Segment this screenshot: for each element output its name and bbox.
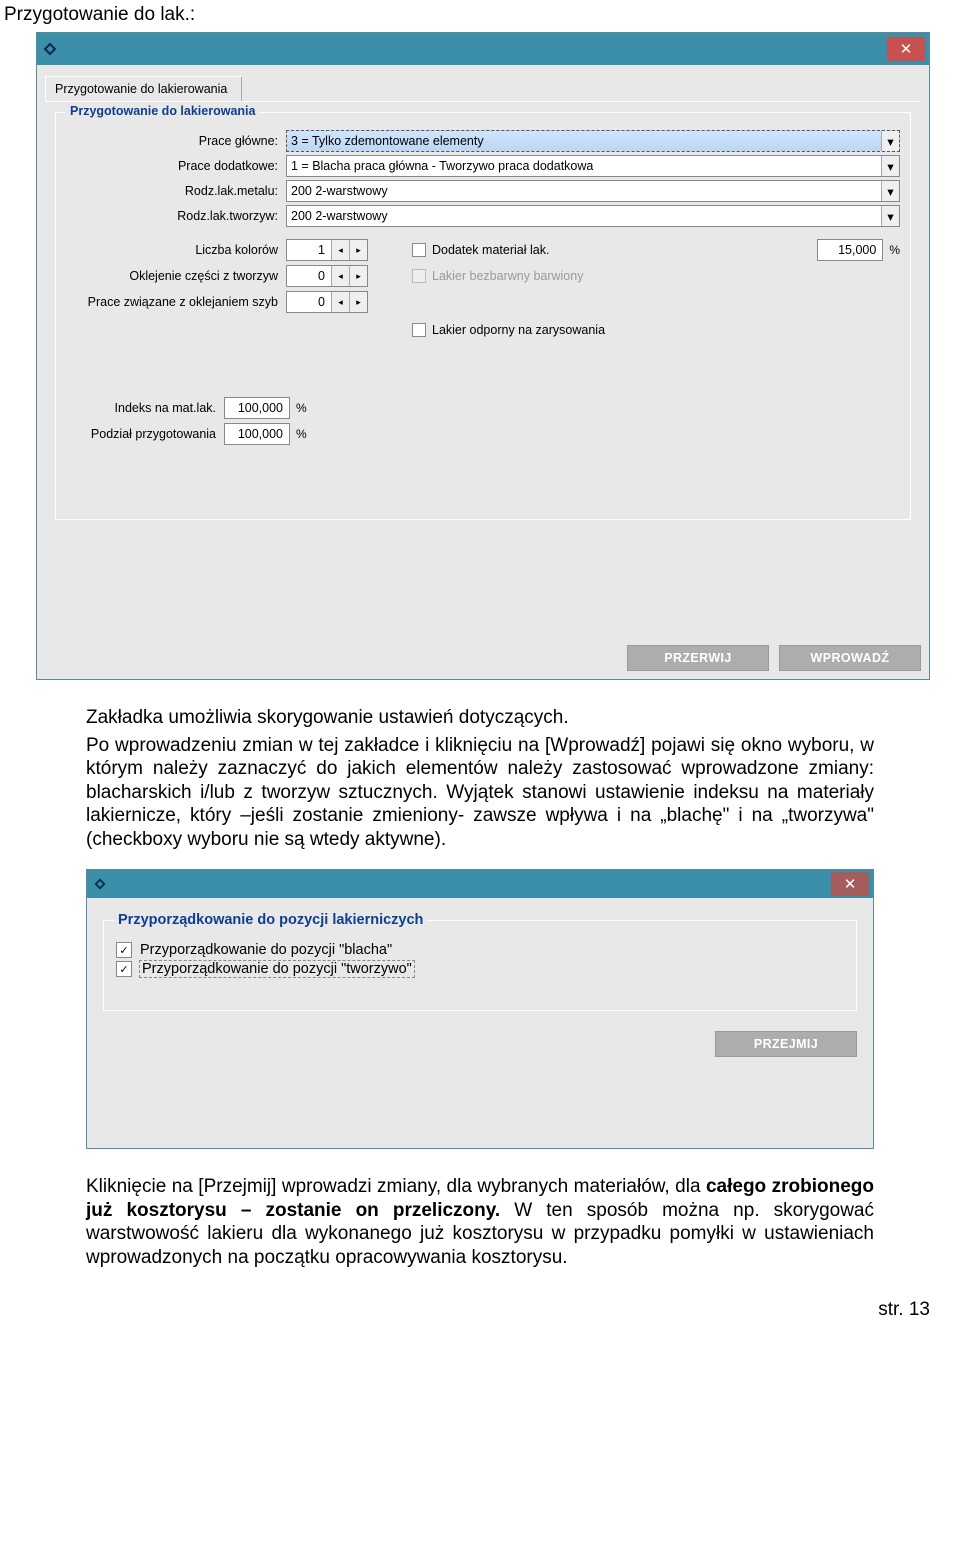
pct-sign: % bbox=[296, 401, 307, 415]
label-prace-szyb: Prace związane z oklejaniem szyb bbox=[66, 295, 286, 309]
tab-przygotowanie[interactable]: Przygotowanie do lakierowania bbox=[45, 76, 242, 102]
label-lakier-zarys: Lakier odporny na zarysowania bbox=[432, 323, 605, 337]
checkbox-blacha[interactable]: ✓ bbox=[116, 942, 132, 958]
window-przyporzadkowanie: ✕ Przyporządkowanie do pozycji lakiernic… bbox=[86, 869, 874, 1149]
fieldset-title: Przyporządkowanie do pozycji lakierniczy… bbox=[114, 912, 427, 928]
stepper-prace-szyb[interactable]: 0 ◂ ▸ bbox=[286, 291, 368, 313]
close-icon: ✕ bbox=[844, 875, 857, 893]
label-indeks: Indeks na mat.lak. bbox=[66, 401, 224, 415]
doc-paragraph-3: Kliknięcie na [Przejmij] wprowadzi zmian… bbox=[86, 1175, 874, 1269]
chevron-right-icon[interactable]: ▸ bbox=[349, 292, 367, 312]
select-prace-dodatkowe[interactable]: 1 = Blacha praca główna - Tworzywo praca… bbox=[286, 155, 900, 177]
select-rodz-tworzyw[interactable]: 200 2-warstwowy ▾ bbox=[286, 205, 900, 227]
pct-sign: % bbox=[889, 243, 900, 257]
chevron-left-icon[interactable]: ◂ bbox=[331, 240, 349, 260]
page-footer: str. 13 bbox=[0, 1299, 930, 1321]
chevron-down-icon[interactable]: ▾ bbox=[881, 181, 899, 201]
checkbox-lakier-zarys[interactable] bbox=[412, 323, 426, 337]
checkbox-dodatek[interactable] bbox=[412, 243, 426, 257]
close-button[interactable]: ✕ bbox=[887, 37, 925, 61]
select-rodz-metal[interactable]: 200 2-warstwowy ▾ bbox=[286, 180, 900, 202]
stepper-liczba-kolorow[interactable]: 1 ◂ ▸ bbox=[286, 239, 368, 261]
fieldset-title: Przygotowanie do lakierowania bbox=[66, 104, 259, 118]
doc-para-1: Zakładka umożliwia skorygowanie ustawień… bbox=[86, 706, 874, 730]
titlebar: ✕ bbox=[37, 33, 929, 65]
wprowadz-button[interactable]: WPROWADŹ bbox=[779, 645, 921, 671]
chevron-down-icon[interactable]: ▾ bbox=[881, 131, 899, 151]
label-prace-glowne: Prace główne: bbox=[66, 134, 286, 148]
chevron-right-icon[interactable]: ▸ bbox=[349, 240, 367, 260]
chevron-left-icon[interactable]: ◂ bbox=[331, 292, 349, 312]
label-liczba-kolorow: Liczba kolorów bbox=[66, 243, 286, 257]
label-tworzywo: Przyporządkowanie do pozycji "tworzywo" bbox=[140, 961, 414, 977]
label-rodz-metal: Rodz.lak.metalu: bbox=[66, 184, 286, 198]
label-prace-dodatkowe: Prace dodatkowe: bbox=[66, 159, 286, 173]
chevron-down-icon[interactable]: ▾ bbox=[881, 206, 899, 226]
checkbox-tworzywo[interactable]: ✓ bbox=[116, 961, 132, 977]
close-button[interactable]: ✕ bbox=[831, 872, 869, 896]
titlebar: ✕ bbox=[87, 870, 873, 898]
doc-para-2: Po wprowadzeniu zmian w tej zakładce i k… bbox=[86, 734, 874, 852]
select-prace-glowne[interactable]: 3 = Tylko zdemontowane elementy ▾ bbox=[286, 130, 900, 152]
pct-sign: % bbox=[296, 427, 307, 441]
fieldset-przyporzadkowanie: Przyporządkowanie do pozycji lakierniczy… bbox=[103, 920, 857, 1011]
stepper-oklejenie[interactable]: 0 ◂ ▸ bbox=[286, 265, 368, 287]
input-podzial[interactable]: 100,000 bbox=[224, 423, 290, 445]
label-podzial: Podział przygotowania bbox=[66, 427, 224, 441]
label-oklejenie: Oklejenie części z tworzyw bbox=[66, 269, 286, 283]
checkbox-lakier-bezbarwny bbox=[412, 269, 426, 283]
label-blacha: Przyporządkowanie do pozycji "blacha" bbox=[140, 942, 392, 958]
close-icon: ✕ bbox=[900, 40, 913, 58]
chevron-down-icon[interactable]: ▾ bbox=[881, 156, 899, 176]
label-lakier-bezbarwny: Lakier bezbarwny barwiony bbox=[432, 269, 583, 283]
przejmij-button[interactable]: PRZEJMIJ bbox=[715, 1031, 857, 1057]
fieldset-przygotowanie: Przygotowanie do lakierowania Prace głów… bbox=[55, 112, 911, 520]
label-rodz-tworzyw: Rodz.lak.tworzyw: bbox=[66, 209, 286, 223]
window-lakierowanie: ✕ Przygotowanie do lakierowania Przygoto… bbox=[36, 32, 930, 680]
chevron-left-icon[interactable]: ◂ bbox=[331, 266, 349, 286]
app-icon bbox=[43, 42, 57, 56]
label-dodatek: Dodatek materiał lak. bbox=[432, 243, 549, 257]
doc-paragraphs: Zakładka umożliwia skorygowanie ustawień… bbox=[86, 706, 874, 851]
app-icon bbox=[93, 877, 107, 891]
przerwij-button[interactable]: PRZERWIJ bbox=[627, 645, 769, 671]
chevron-right-icon[interactable]: ▸ bbox=[349, 266, 367, 286]
input-indeks[interactable]: 100,000 bbox=[224, 397, 290, 419]
input-dodatek-pct[interactable]: 15,000 bbox=[817, 239, 883, 261]
page-heading: Przygotowanie do lak.: bbox=[0, 0, 960, 32]
